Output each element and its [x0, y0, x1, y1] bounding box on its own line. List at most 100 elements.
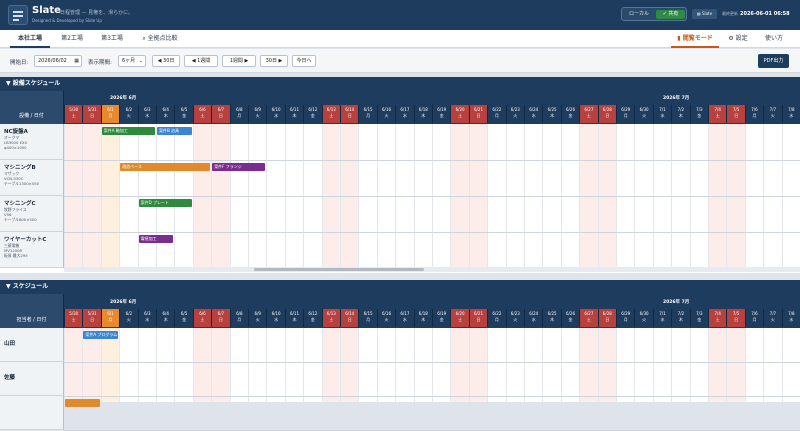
equipment-day-header: 6/22 月	[487, 105, 506, 123]
day-column	[634, 328, 653, 402]
day-weekday: 月	[494, 317, 499, 322]
day-weekday: 木	[421, 113, 426, 118]
equipment-day-header: 6/1 月	[100, 105, 120, 123]
tab-settings[interactable]: ⚙ 設定	[726, 30, 750, 48]
equipment-day-header: 7/3 金	[689, 105, 708, 123]
person-day-header: 6/4 木	[156, 309, 175, 327]
day-column	[487, 328, 506, 402]
equipment-day-header: 7/6 月	[744, 105, 764, 123]
start-date-input[interactable]: 2026/06/02 ▦	[34, 55, 82, 67]
day-column	[211, 328, 230, 402]
tab-inspect-mode[interactable]: ▮ 閲覧モード	[671, 30, 719, 48]
day-column	[82, 328, 101, 402]
person-day-header: 6/8 月	[229, 309, 248, 327]
scrollbar-thumb[interactable]	[254, 268, 424, 271]
day-column	[781, 328, 800, 402]
day-weekday: 水	[274, 113, 279, 118]
equipment-day-header: 6/6 土	[192, 105, 212, 123]
back-1-week-button[interactable]: ◀ 1週間	[184, 55, 218, 67]
horizontal-scrollbar[interactable]	[64, 267, 800, 272]
day-weekday: 木	[550, 317, 555, 322]
day-weekday: 月	[623, 113, 628, 118]
day-column	[156, 328, 175, 402]
month-label-july: 2026年 7月	[663, 300, 690, 305]
day-weekday: 日	[734, 113, 739, 118]
person-schedule-bar[interactable]: 案件A プログラム	[83, 331, 119, 339]
equipment-day-header: 6/27 土	[579, 105, 598, 123]
equipment-section-title[interactable]: ▼ 設備スケジュール	[0, 77, 800, 91]
tab-compare-all[interactable]: ⌕ 全拠点比較	[134, 30, 186, 48]
equipment-day-header: 6/13 土	[321, 105, 340, 123]
equipment-schedule-bar[interactable]: 電極加工	[138, 235, 174, 243]
person-row-label: 佐藤	[0, 362, 64, 396]
day-weekday: 木	[292, 317, 297, 322]
tab-factory-2[interactable]: 第2工場	[54, 30, 90, 48]
period-value: 6ヶ月	[122, 58, 136, 64]
day-weekday: 金	[697, 113, 702, 118]
today-button[interactable]: 今日へ	[292, 55, 316, 67]
last-updated-value: 2026-06-01 06:58	[740, 11, 790, 17]
day-weekday: 土	[715, 317, 720, 322]
day-weekday: 水	[789, 317, 794, 322]
day-weekday: 月	[494, 113, 499, 118]
equipment-day-header: 5/30 土	[64, 105, 83, 123]
person-day-header: 7/5 日	[726, 309, 745, 327]
person-day-header: 6/5 金	[174, 309, 193, 327]
mode-local-button[interactable]: ローカル	[624, 10, 654, 19]
day-weekday: 火	[384, 113, 389, 118]
day-weekday: 金	[439, 317, 444, 322]
mode-shared-button[interactable]: ✓ 共有	[656, 10, 685, 19]
person-day-header: 6/24 水	[524, 309, 543, 327]
person-day-header: 6/21 日	[468, 309, 488, 327]
back-30-days-button[interactable]: ◀ 30日	[152, 55, 180, 67]
equipment-schedule-bar[interactable]: 改造ベース	[120, 163, 211, 171]
day-weekday: 火	[126, 317, 131, 322]
day-weekday: 月	[752, 317, 757, 322]
day-column	[579, 328, 598, 402]
equipment-day-header: 6/16 火	[376, 105, 396, 123]
pdf-export-button[interactable]: PDF出力	[758, 54, 789, 68]
equipment-day-header: 6/2 火	[119, 105, 138, 123]
equipment-schedule-bar[interactable]: 案件A 軸加工	[101, 127, 155, 135]
person-day-header: 6/9 火	[248, 309, 267, 327]
day-weekday: 木	[678, 317, 683, 322]
person-day-header: 7/3 金	[689, 309, 708, 327]
person-timeline-header: 担当者 / 日付 2026年 6月 2026年 7月 5/30 土 5/31 日 6/1…	[0, 294, 800, 328]
equipment-day-header: 7/4 土	[708, 105, 727, 123]
day-weekday: 水	[789, 113, 794, 118]
equipment-schedule-bar[interactable]: 案件B 治具	[157, 127, 192, 135]
equipment-day-header: 6/9 火	[248, 105, 267, 123]
person-section-title[interactable]: ▼ スケジュール	[0, 280, 800, 294]
slate-button[interactable]: ▦ Slate	[692, 9, 717, 19]
month-label-june: 2026年 6月	[110, 300, 137, 305]
day-weekday: 土	[715, 113, 720, 118]
person-day-header: 6/27 土	[579, 309, 598, 327]
equipment-day-header: 6/19 金	[432, 105, 451, 123]
equipment-day-header: 7/7 火	[763, 105, 782, 123]
day-column	[266, 328, 285, 402]
equipment-day-header: 6/20 土	[450, 105, 469, 123]
day-weekday: 金	[439, 113, 444, 118]
forward-1-week-button[interactable]: 1週間 ▶	[222, 55, 256, 67]
forward-30-days-button[interactable]: 30日 ▶	[260, 55, 288, 67]
day-column	[376, 328, 396, 402]
equipment-day-header: 6/29 月	[616, 105, 635, 123]
row-divider	[64, 362, 800, 363]
day-weekday: 日	[347, 113, 352, 118]
equipment-schedule-bar[interactable]: 案件F フランジ	[212, 163, 266, 171]
tab-factory-3[interactable]: 第3工場	[94, 30, 130, 48]
equipment-name: NC旋盤A	[4, 129, 28, 135]
day-weekday: 月	[366, 113, 371, 118]
person-day-header: 6/30 火	[634, 309, 653, 327]
equipment-name: マシニングC	[4, 201, 36, 207]
period-select[interactable]: 6ヶ月 ⌄	[118, 55, 146, 67]
equipment-schedule-bar[interactable]: 案件D プレート	[138, 199, 192, 207]
day-weekday: 金	[568, 113, 573, 118]
person-grid: 山田 案件A プログラム 佐藤	[0, 328, 800, 431]
equipment-day-header: 6/4 木	[156, 105, 175, 123]
tab-how-to-use[interactable]: 使い方	[758, 30, 790, 48]
person-schedule-bar[interactable]	[65, 399, 100, 407]
tab-honsha[interactable]: 本社工場	[10, 30, 50, 48]
day-column	[616, 328, 635, 402]
equipment-row-label: マシニングC 牧野フライス V56 テーブル800×500	[0, 196, 64, 232]
